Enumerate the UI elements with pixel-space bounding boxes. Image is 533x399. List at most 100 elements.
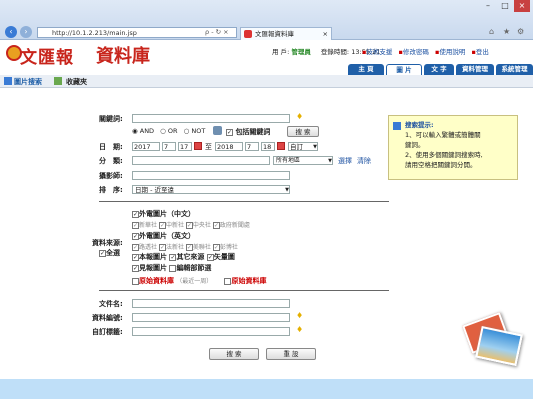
select-all-checkbox[interactable]: ✓ <box>99 249 106 257</box>
date-from-day[interactable]: 17 <box>178 142 192 151</box>
header-links: ▪技術支援 ▪修改密碼 ▪使用說明 ▪登出 <box>362 48 489 56</box>
clear-link[interactable]: 清除 <box>357 156 371 166</box>
source-own-photos[interactable]: 本報圖片 <box>139 253 167 261</box>
date-mode-select[interactable]: 自訂 ▼ <box>288 142 318 151</box>
category-input[interactable] <box>132 156 270 165</box>
divider <box>99 290 389 291</box>
date-from-month[interactable]: 7 <box>162 142 176 151</box>
source-vector[interactable]: 矢量圖 <box>214 253 235 261</box>
link-logout[interactable]: 登出 <box>476 48 489 56</box>
source-original-row: 原始資料庫 （最近一周） 原始資料庫 <box>132 276 266 286</box>
date-label: 日 期: <box>99 143 123 151</box>
include-keyword-checkbox[interactable]: ✓ <box>226 128 233 136</box>
reset-button[interactable]: 重 設 <box>266 348 316 360</box>
gear-icon[interactable]: ⚙ <box>517 27 524 36</box>
source-cns[interactable]: 中新社 <box>166 222 184 229</box>
image-search-icon <box>4 77 12 85</box>
lightbulb-icon[interactable]: ♦ <box>296 325 303 334</box>
sort-value: 日期 - 近至遠 <box>135 186 174 194</box>
source-cna[interactable]: 中央社 <box>193 222 211 229</box>
sort-label: 排 序: <box>99 186 123 194</box>
date-from-year[interactable]: 2017 <box>132 142 160 151</box>
bottom-search-button[interactable]: 搜 索 <box>209 348 259 360</box>
lightbulb-icon[interactable]: ♦ <box>296 112 303 121</box>
favorites-folder-icon <box>54 77 62 85</box>
source-ap[interactable]: 美聯社 <box>193 244 211 251</box>
address-controls[interactable]: ρ - ↻ × <box>205 28 229 36</box>
sort-select[interactable]: 日期 - 近至遠 ▼ <box>132 185 290 194</box>
close-window-button[interactable]: × <box>514 0 530 12</box>
choose-link[interactable]: 選擇 <box>338 156 352 166</box>
category-select[interactable]: 所有地區 ▼ <box>273 156 333 165</box>
source-isd[interactable]: 政府新聞處 <box>220 222 250 229</box>
browser-chrome: – □ × ‹ › http://10.1.2.213/main.jsp ρ -… <box>0 0 533 40</box>
calendar-icon[interactable] <box>194 142 202 150</box>
tab-home[interactable]: 主 頁 <box>348 64 384 75</box>
tele-en-checkbox[interactable]: ✓ <box>132 232 139 240</box>
source-tele-cn[interactable]: ✓外電圖片（中文） <box>132 209 195 219</box>
source-editorial[interactable]: 編輯部節選 <box>176 264 211 272</box>
source-published[interactable]: 見報圖片 <box>139 264 167 272</box>
link-help[interactable]: 使用說明 <box>439 48 465 56</box>
search-button[interactable]: 搜 索 <box>287 126 319 137</box>
source-original-db-2[interactable]: 原始資料庫 <box>231 277 266 285</box>
radio-or[interactable]: ○ <box>160 127 166 135</box>
subnav-favorites[interactable]: 收藏夾 <box>66 77 87 87</box>
tip-line-4: 請用空格把關鍵詞分開。 <box>405 161 477 169</box>
date-to-month[interactable]: 7 <box>245 142 259 151</box>
keyword-book-icon[interactable] <box>213 126 222 135</box>
source-reuters[interactable]: 路透社 <box>139 244 157 251</box>
include-keyword-label: 包括關鍵詞 <box>235 128 271 136</box>
search-tips: 搜索提示: 1、可以輸入繁體或簡體關 鍵詞。 2、使用多個關鍵詞搜索時, 請用空… <box>388 115 518 180</box>
lightbulb-icon[interactable]: ♦ <box>296 311 303 320</box>
calendar-icon[interactable] <box>277 142 285 150</box>
source-bloomberg[interactable]: 彭博社 <box>220 244 238 251</box>
photographer-input[interactable] <box>132 171 290 180</box>
radio-or-label: OR <box>167 127 178 135</box>
user-label: 用 戶: <box>272 48 290 56</box>
tele-en-label: 外電圖片（英文） <box>139 232 195 240</box>
select-all[interactable]: ✓全選 <box>99 248 120 258</box>
tip-line-2: 鍵詞。 <box>405 141 425 149</box>
favorites-icon[interactable]: ★ <box>503 27 510 36</box>
source-afp[interactable]: 法新社 <box>166 244 184 251</box>
source-row3: ✓本報圖片 ✓其它來源 ✓矢量圖 <box>132 253 235 261</box>
back-icon[interactable]: ‹ <box>5 26 17 38</box>
subnav-image-search[interactable]: 圖片搜索 <box>14 77 42 87</box>
sub-navigation: 圖片搜索 收藏夾 <box>0 75 533 88</box>
tab-text[interactable]: 文 字 <box>424 64 454 75</box>
tab-system-management[interactable]: 系統管理 <box>496 64 533 75</box>
browser-tab[interactable]: 文匯報資料庫 × <box>240 27 332 40</box>
date-mode-value: 自訂 <box>290 143 303 151</box>
tip-title: 搜索提示: <box>405 121 434 129</box>
source-tele-en[interactable]: ✓外電圖片（英文） <box>132 231 195 241</box>
minimize-button[interactable]: – <box>480 0 496 12</box>
data-number-input[interactable] <box>132 313 290 322</box>
include-keyword[interactable]: ✓ 包括關鍵詞 <box>226 127 270 137</box>
forward-icon[interactable]: › <box>20 26 32 38</box>
source-other[interactable]: 其它來源 <box>176 253 204 261</box>
custom-tag-label: 自訂標籤: <box>92 328 123 336</box>
tele-cn-items: ✓新華社 ✓中新社 ✓中央社 ✓政府新聞處 <box>132 222 250 229</box>
radio-not[interactable]: ○ <box>184 127 190 135</box>
maximize-button[interactable]: □ <box>497 0 513 12</box>
filename-input[interactable] <box>132 299 290 308</box>
radio-and[interactable]: ◉ <box>132 127 138 135</box>
select-all-label: 全選 <box>106 249 120 257</box>
date-to-year[interactable]: 2018 <box>215 142 243 151</box>
tip-line-1: 1、可以輸入繁體或簡體關 <box>405 131 481 139</box>
link-tech-support[interactable]: 技術支援 <box>366 48 392 56</box>
home-icon[interactable]: ⌂ <box>489 27 494 36</box>
source-xinhua[interactable]: 新華社 <box>139 222 157 229</box>
date-to-day[interactable]: 18 <box>261 142 275 151</box>
keyword-input[interactable] <box>132 114 290 123</box>
source-original-db[interactable]: 原始資料庫 <box>139 277 174 285</box>
custom-tag-input[interactable] <box>132 327 290 336</box>
tab-data-management[interactable]: 資料管理 <box>456 64 494 75</box>
close-tab-icon[interactable]: × <box>323 28 328 40</box>
tele-cn-checkbox[interactable]: ✓ <box>132 210 139 218</box>
link-change-password[interactable]: 修改密碼 <box>403 48 429 56</box>
user-name: 管理員 <box>291 48 311 56</box>
favicon-icon <box>244 30 252 38</box>
tab-images[interactable]: 圖 片 <box>386 64 422 75</box>
